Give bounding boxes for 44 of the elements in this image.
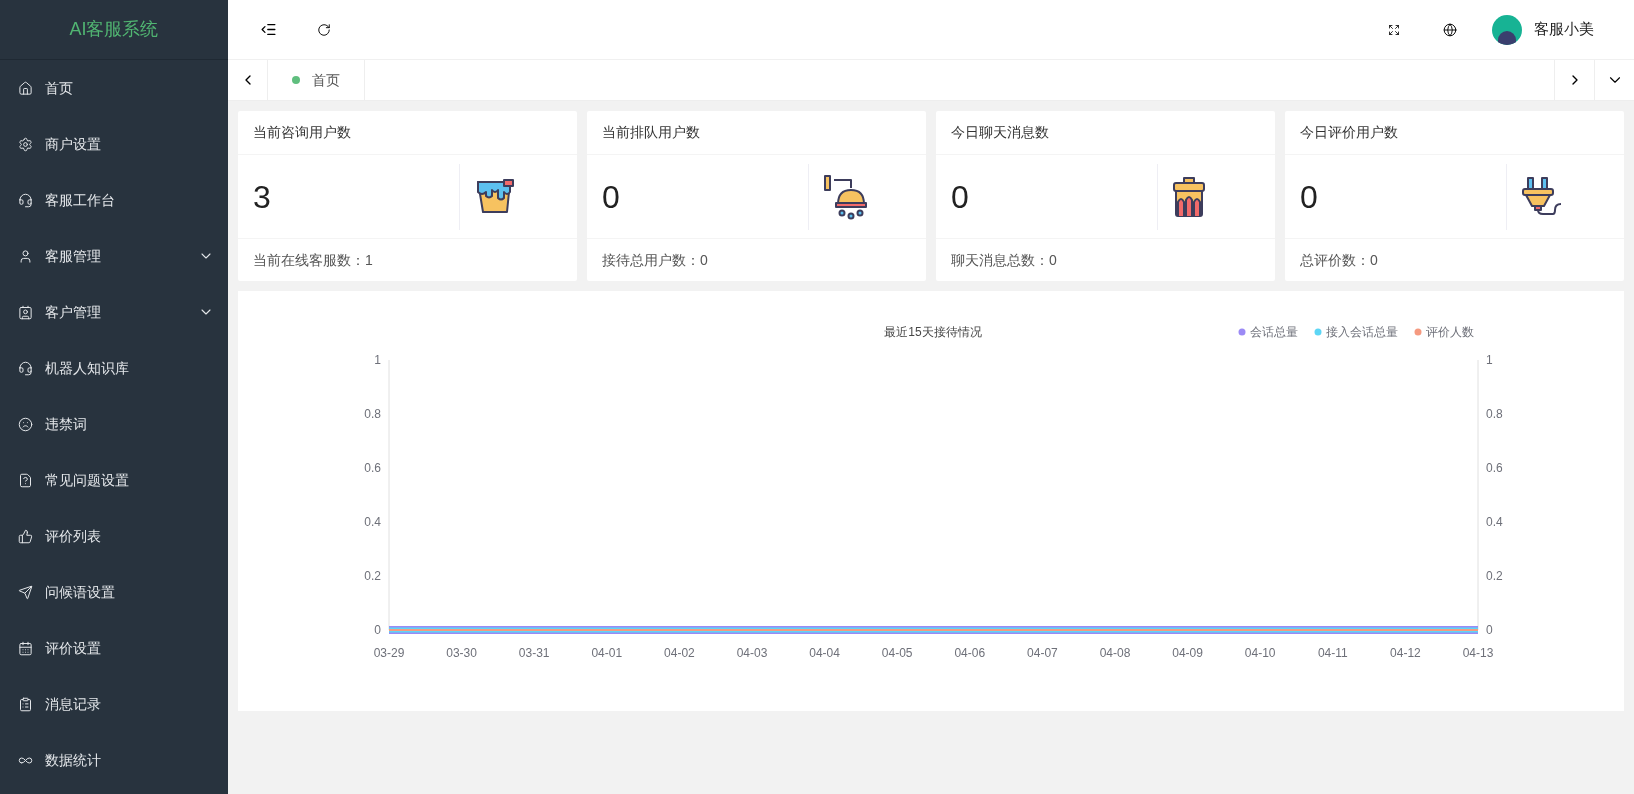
card-footer-text: 接待总用户数：0	[602, 250, 708, 270]
card-footer-text: 当前在线客服数：1	[253, 250, 373, 270]
y-axis-label: 0	[1486, 623, 1493, 637]
x-axis-label: 04-03	[736, 646, 768, 660]
app-logo-text: AI客服系统	[69, 18, 159, 41]
x-axis-label: 04-12	[1390, 646, 1421, 660]
x-axis-label: 04-08	[1099, 646, 1131, 660]
stat-value: 0	[1299, 177, 1319, 217]
y-axis-label: 1	[1486, 353, 1493, 367]
card-footer-text: 总评价数：0	[1300, 250, 1378, 270]
card-title: 当前排队用户数	[602, 123, 700, 142]
stat-value: 0	[950, 177, 970, 217]
x-axis-label: 03-29	[373, 646, 405, 660]
y-axis-label: 0.6	[364, 461, 381, 475]
y-axis-label: 0.4	[1486, 515, 1503, 529]
chart-title: 最近15天接待情况	[884, 325, 982, 339]
legend-label: 会话总量	[1250, 325, 1298, 339]
x-axis-label: 04-07	[1027, 646, 1058, 660]
y-axis-label: 0.4	[364, 515, 381, 529]
y-axis-label: 0	[374, 623, 381, 637]
card-title: 今日评价用户数	[1300, 123, 1398, 142]
y-axis-label: 0.8	[364, 407, 381, 421]
y-axis-label: 0.2	[1486, 569, 1503, 583]
x-axis-label: 04-04	[809, 646, 840, 660]
y-axis-label: 0.8	[1486, 407, 1503, 421]
x-axis-label: 04-10	[1244, 646, 1276, 660]
x-axis-label: 03-30	[446, 646, 477, 660]
stat-value: 0	[601, 177, 621, 217]
x-axis-label: 04-11	[1317, 646, 1348, 660]
x-axis-label: 03-31	[518, 646, 550, 660]
legend-label: 评价人数	[1426, 325, 1474, 339]
x-axis-label: 04-09	[1172, 646, 1203, 660]
x-axis-label: 04-05	[881, 646, 913, 660]
card-title: 当前咨询用户数	[253, 123, 351, 142]
x-axis-label: 04-01	[591, 646, 623, 660]
card-title: 今日聊天消息数	[951, 123, 1049, 142]
y-axis-label: 0.6	[1486, 461, 1503, 475]
x-axis-label: 04-06	[954, 646, 986, 660]
card-footer-text: 聊天消息总数：0	[951, 250, 1057, 270]
y-axis-label: 0.2	[364, 569, 381, 583]
stat-value: 3	[252, 177, 272, 217]
y-axis-label: 1	[374, 353, 381, 367]
x-axis-label: 04-02	[664, 646, 695, 660]
x-axis-label: 04-13	[1462, 646, 1494, 660]
